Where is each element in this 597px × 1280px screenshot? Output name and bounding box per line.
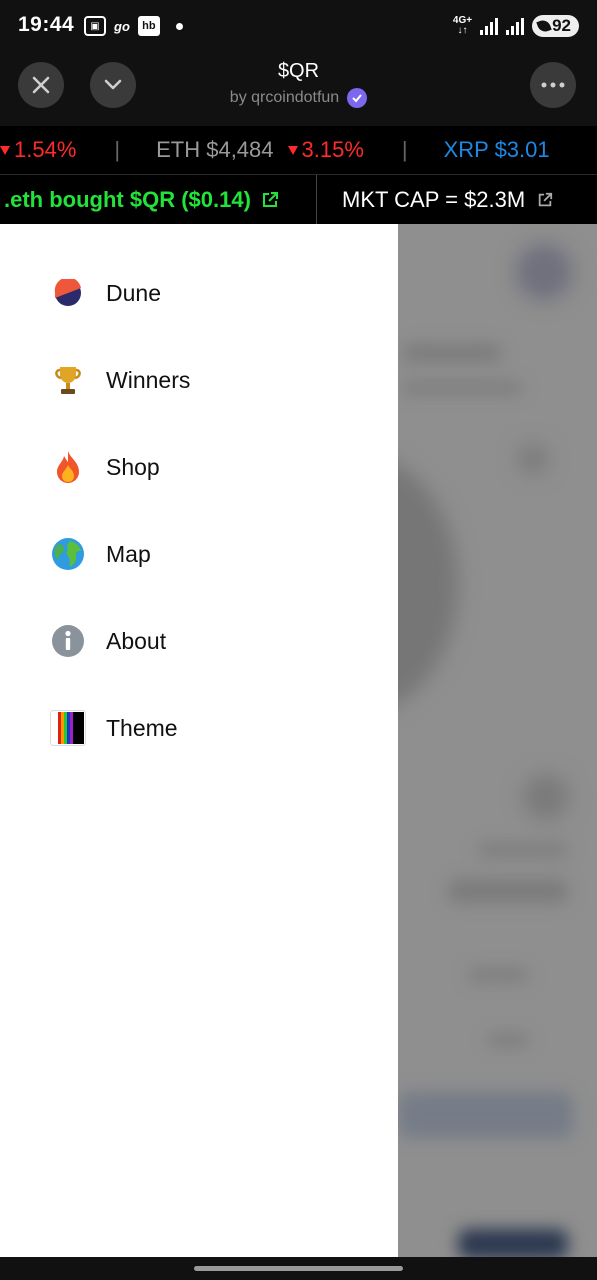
ticker-eth-change: 3.15% [301, 137, 364, 162]
external-link-icon [262, 192, 278, 207]
globe-icon [50, 536, 86, 572]
blurred-icon [518, 444, 548, 474]
dune-icon [50, 275, 86, 311]
blurred-icon [523, 774, 569, 820]
menu-item-about[interactable]: About [50, 621, 166, 661]
signal-2-icon [506, 17, 525, 35]
status-icons-left: ▣ go hb [84, 16, 183, 36]
home-handle[interactable] [194, 1266, 403, 1271]
blurred-avatar [516, 244, 572, 300]
ticker-separator: | [114, 137, 121, 162]
buy-activity-link[interactable]: .eth bought $QR ($0.14) [4, 187, 279, 213]
blurred-text [402, 344, 502, 362]
trophy-icon [50, 362, 86, 398]
gesture-bar [0, 1257, 597, 1280]
status-icons-right: 4G+ ↓↑ 92 [453, 15, 579, 37]
market-cap-text: MKT CAP = $2.3M [342, 187, 526, 212]
battery-saver-icon [536, 18, 552, 34]
activity-ticker: .eth bought $QR ($0.14) MKT CAP = $2.3M [0, 174, 597, 224]
verified-badge-icon [347, 88, 368, 108]
side-drawer: Dune Winners Shop Map About Theme [0, 224, 398, 1257]
menu-item-theme[interactable]: Theme [50, 708, 178, 748]
menu-item-label: Map [106, 540, 151, 567]
blurred-button [458, 1229, 568, 1257]
down-arrow-icon [287, 145, 298, 155]
hb-icon: hb [137, 16, 160, 36]
menu-item-dune[interactable]: Dune [50, 273, 161, 313]
ticker-change-1: 1.54% [14, 137, 77, 162]
blurred-button [398, 1092, 573, 1138]
page-title: $QR [277, 60, 320, 82]
blurred-text [402, 382, 522, 394]
down-arrow-icon [0, 145, 10, 155]
blurred-text [488, 1034, 528, 1046]
more-icon [541, 82, 565, 88]
blurred-text [478, 844, 568, 856]
menu-item-label: Theme [106, 714, 178, 741]
screenshot-icon: ▣ [84, 16, 106, 36]
info-icon [50, 623, 86, 659]
price-ticker-row: 1.54% | ETH $4,484 3.15% | XRP $3.01 [0, 137, 550, 163]
buy-activity-text: .eth bought $QR ($0.14) [4, 187, 251, 212]
ticker-separator: | [401, 137, 408, 162]
signal-1-icon [480, 17, 499, 35]
status-bar: 19:44 ▣ go hb 4G+ ↓↑ 92 [0, 0, 597, 52]
menu-item-label: Winners [106, 366, 191, 393]
ticker-divider [316, 175, 317, 224]
external-link-icon [538, 192, 553, 207]
status-time: 19:44 [18, 13, 75, 36]
ticker-xrp-price: XRP $3.01 [443, 137, 550, 162]
ticker-eth-price: ETH $4,484 [156, 137, 274, 162]
theme-icon [50, 710, 86, 746]
menu-item-label: About [106, 627, 167, 654]
page-subtitle: by qrcoindotfun [0, 88, 597, 108]
blurred-text [468, 969, 528, 981]
menu-item-label: Shop [106, 453, 160, 480]
fire-icon [50, 449, 86, 485]
menu-item-shop[interactable]: Shop [50, 447, 160, 487]
go-icon: go [114, 18, 130, 34]
notification-dot-icon [175, 22, 183, 30]
menu-item-winners[interactable]: Winners [50, 360, 190, 400]
price-ticker: 1.54% | ETH $4,484 3.15% | XRP $3.01 [0, 126, 597, 174]
blurred-shape [398, 454, 458, 714]
battery-indicator: 92 [532, 15, 579, 37]
app-header: $QR by qrcoindotfun [0, 52, 597, 126]
more-options-button[interactable] [530, 62, 576, 108]
market-cap-link[interactable]: MKT CAP = $2.3M [342, 187, 553, 213]
menu-item-label: Dune [106, 279, 161, 306]
blurred-text [448, 879, 568, 903]
menu-item-map[interactable]: Map [50, 534, 151, 574]
network-type: 4G+ ↓↑ [452, 15, 473, 36]
backdrop-overlay[interactable] [398, 224, 597, 1257]
author-name: by qrcoindotfun [229, 89, 340, 106]
